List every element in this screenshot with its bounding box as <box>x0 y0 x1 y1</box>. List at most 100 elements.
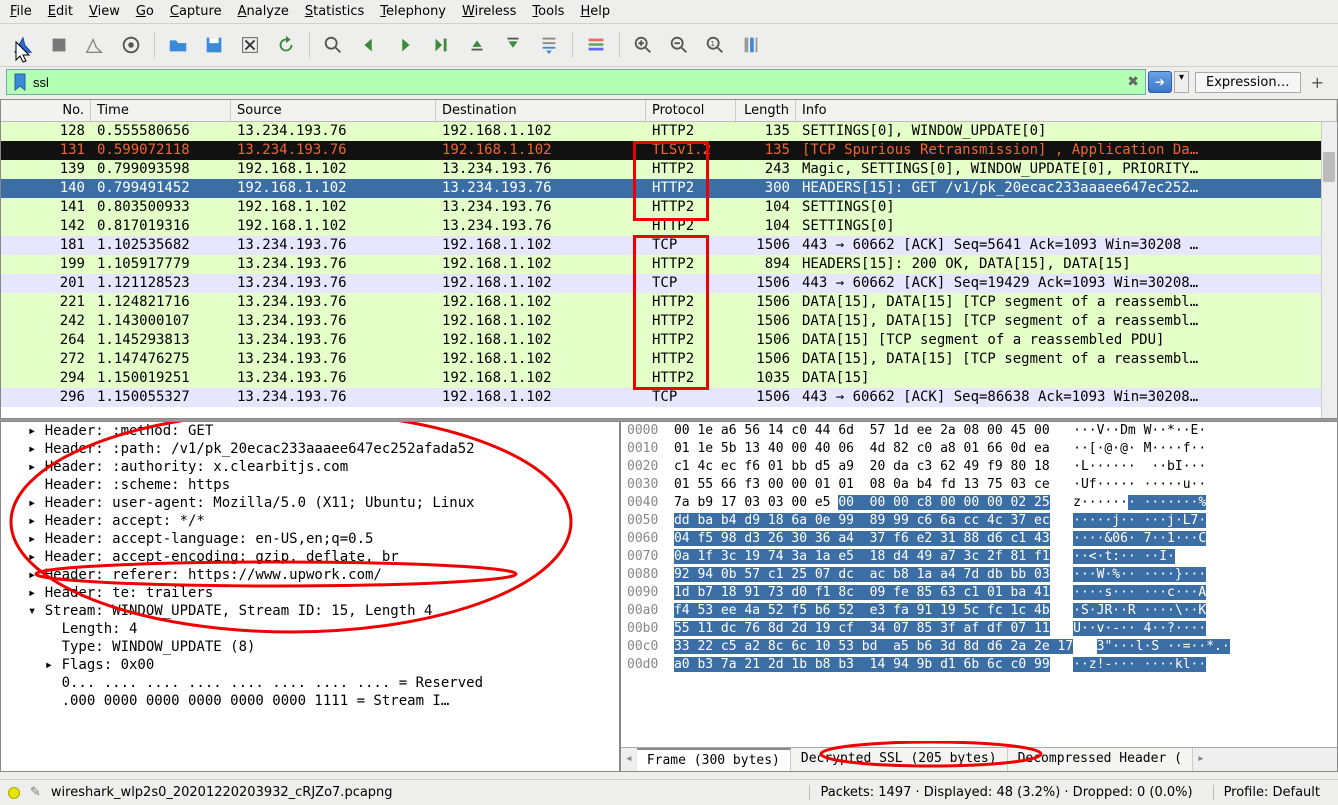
column-header[interactable]: Destination <box>436 100 646 121</box>
packet-row[interactable]: 2421.14300010713.234.193.76192.168.1.102… <box>1 312 1337 331</box>
hex-line[interactable]: 00b0 55 11 dc 76 8d 2d 19 cf 34 07 85 3f… <box>621 620 1337 638</box>
prev-icon[interactable] <box>354 30 384 60</box>
packet-row[interactable]: 1400.799491452192.168.1.10213.234.193.76… <box>1 179 1337 198</box>
column-header[interactable]: Source <box>231 100 436 121</box>
hex-line[interactable]: 0050 dd ba b4 d9 18 6a 0e 99 89 99 c6 6a… <box>621 512 1337 530</box>
detail-line[interactable]: ▸ Header: :method: GET <box>1 422 619 440</box>
autoscroll-icon[interactable] <box>534 30 564 60</box>
status-profile[interactable]: Profile: Default <box>1213 785 1330 800</box>
packet-row[interactable]: 1811.10253568213.234.193.76192.168.1.102… <box>1 236 1337 255</box>
hex-line[interactable]: 00d0 a0 b3 7a 21 2d 1b b8 b3 14 94 9b d1… <box>621 656 1337 674</box>
hex-line[interactable]: 0000 00 1e a6 56 14 c0 44 6d 57 1d ee 2a… <box>621 422 1337 440</box>
tab-decrypted-ssl[interactable]: Decrypted SSL (205 bytes) <box>791 748 1008 771</box>
menu-statistics[interactable]: Statistics <box>305 4 364 19</box>
edit-capture-icon[interactable]: ✎ <box>30 785 41 800</box>
packet-list-header[interactable]: No.TimeSourceDestinationProtocolLengthIn… <box>1 100 1337 122</box>
menu-edit[interactable]: Edit <box>48 4 73 19</box>
packet-row[interactable]: 2641.14529381313.234.193.76192.168.1.102… <box>1 331 1337 350</box>
display-filter-input[interactable]: ✖ <box>6 69 1146 95</box>
hex-line[interactable]: 0090 1d b7 18 91 73 d0 f1 8c 09 fe 85 63… <box>621 584 1337 602</box>
detail-line[interactable]: ▸ Header: accept: */* <box>1 512 619 530</box>
bookmark-icon[interactable] <box>13 73 27 91</box>
jump-last-icon[interactable] <box>498 30 528 60</box>
detail-line[interactable]: Type: WINDOW_UPDATE (8) <box>1 638 619 656</box>
column-header[interactable]: Protocol <box>646 100 736 121</box>
zoom-reset-icon[interactable]: 1 <box>700 30 730 60</box>
hex-line[interactable]: 0080 92 94 0b 57 c1 25 07 dc ac b8 1a a4… <box>621 566 1337 584</box>
packet-row[interactable]: 1420.817019316192.168.1.10213.234.193.76… <box>1 217 1337 236</box>
detail-line[interactable]: ▾ Stream: WINDOW_UPDATE, Stream ID: 15, … <box>1 602 619 620</box>
packet-row[interactable]: 2941.15001925113.234.193.76192.168.1.102… <box>1 369 1337 388</box>
packet-row[interactable]: 2961.15005532713.234.193.76192.168.1.102… <box>1 388 1337 407</box>
column-header[interactable]: Time <box>91 100 231 121</box>
resize-columns-icon[interactable] <box>736 30 766 60</box>
restart-icon[interactable] <box>80 30 110 60</box>
menu-tools[interactable]: Tools <box>532 4 564 19</box>
packet-row[interactable]: 2721.14747627513.234.193.76192.168.1.102… <box>1 350 1337 369</box>
packet-row[interactable]: 1310.59907211813.234.193.76192.168.1.102… <box>1 141 1337 160</box>
tab-scroll-right-icon[interactable]: ▸ <box>1193 748 1209 771</box>
packet-row[interactable]: 2211.12482171613.234.193.76192.168.1.102… <box>1 293 1337 312</box>
column-header[interactable]: Info <box>796 100 1337 121</box>
apply-filter-button[interactable]: ➔ <box>1148 71 1172 93</box>
hex-line[interactable]: 0030 01 55 66 f3 00 00 01 01 08 0a b4 fd… <box>621 476 1337 494</box>
menu-go[interactable]: Go <box>136 4 154 19</box>
packet-row[interactable]: 1390.799093598192.168.1.10213.234.193.76… <box>1 160 1337 179</box>
detail-line[interactable]: ▸ Flags: 0x00 <box>1 656 619 674</box>
column-header[interactable]: No. <box>1 100 91 121</box>
detail-line[interactable]: ▸ Header: :path: /v1/pk_20ecac233aaaee64… <box>1 440 619 458</box>
hex-line[interactable]: 0040 7a b9 17 03 03 00 e5 00 00 00 c8 00… <box>621 494 1337 512</box>
filter-text[interactable] <box>33 75 1121 90</box>
packet-row[interactable]: 2011.12112852313.234.193.76192.168.1.102… <box>1 274 1337 293</box>
hex-line[interactable]: 0010 01 1e 5b 13 40 00 40 06 4d 82 c0 a8… <box>621 440 1337 458</box>
tab-decompressed-header[interactable]: Decompressed Header ( <box>1008 748 1193 771</box>
tab-scroll-left-icon[interactable]: ◂ <box>621 748 637 771</box>
shark-fin-icon[interactable] <box>8 30 38 60</box>
packet-row[interactable]: 1410.803500933192.168.1.10213.234.193.76… <box>1 198 1337 217</box>
hex-line[interactable]: 0020 c1 4c ec f6 01 bb d5 a9 20 da c3 62… <box>621 458 1337 476</box>
hex-line[interactable]: 00a0 f4 53 ee 4a 52 f5 b6 52 e3 fa 91 19… <box>621 602 1337 620</box>
add-filter-button[interactable]: + <box>1303 73 1332 92</box>
packet-details-pane[interactable]: ▸ Header: :method: GET ▸ Header: :path: … <box>0 421 620 772</box>
tab-frame[interactable]: Frame (300 bytes) <box>637 748 791 771</box>
colorize-icon[interactable] <box>581 30 611 60</box>
next-icon[interactable] <box>390 30 420 60</box>
reload-icon[interactable] <box>271 30 301 60</box>
zoom-out-icon[interactable] <box>664 30 694 60</box>
hex-line[interactable]: 0070 0a 1f 3c 19 74 3a 1a e5 18 d4 49 a7… <box>621 548 1337 566</box>
detail-line[interactable]: ▸ Header: accept-language: en-US,en;q=0.… <box>1 530 619 548</box>
find-icon[interactable] <box>318 30 348 60</box>
column-header[interactable]: Length <box>736 100 796 121</box>
zoom-in-icon[interactable] <box>628 30 658 60</box>
packet-row[interactable]: 1991.10591777913.234.193.76192.168.1.102… <box>1 255 1337 274</box>
packet-row[interactable]: 1280.55558065613.234.193.76192.168.1.102… <box>1 122 1337 141</box>
menu-capture[interactable]: Capture <box>170 4 222 19</box>
stop-icon[interactable] <box>44 30 74 60</box>
detail-line[interactable]: Header: :scheme: https <box>1 476 619 494</box>
open-icon[interactable] <box>163 30 193 60</box>
menu-view[interactable]: View <box>89 4 120 19</box>
menu-help[interactable]: Help <box>580 4 610 19</box>
expression-button[interactable]: Expression… <box>1195 72 1301 93</box>
menu-file[interactable]: File <box>10 4 32 19</box>
filter-history-dropdown[interactable]: ▾ <box>1174 71 1189 93</box>
detail-line[interactable]: ▸ Header: te: trailers <box>1 584 619 602</box>
scrollbar[interactable] <box>1321 122 1337 418</box>
menu-analyze[interactable]: Analyze <box>238 4 289 19</box>
jump-first-icon[interactable] <box>462 30 492 60</box>
detail-line[interactable]: ▸ Header: referer: https://www.upwork.co… <box>1 566 619 584</box>
detail-line[interactable]: ▸ Header: accept-encoding: gzip, deflate… <box>1 548 619 566</box>
detail-line[interactable]: ▸ Header: user-agent: Mozilla/5.0 (X11; … <box>1 494 619 512</box>
detail-line[interactable]: .000 0000 0000 0000 0000 0000 1111 = Str… <box>1 692 619 710</box>
options-icon[interactable] <box>116 30 146 60</box>
detail-line[interactable]: ▸ Header: :authority: x.clearbitjs.com <box>1 458 619 476</box>
hex-line[interactable]: 0060 04 f5 98 d3 26 30 36 a4 37 f6 e2 31… <box>621 530 1337 548</box>
detail-line[interactable]: 0... .... .... .... .... .... .... .... … <box>1 674 619 692</box>
clear-filter-icon[interactable]: ✖ <box>1127 74 1139 90</box>
save-icon[interactable] <box>199 30 229 60</box>
menu-wireless[interactable]: Wireless <box>462 4 516 19</box>
packet-bytes-pane[interactable]: 0000 00 1e a6 56 14 c0 44 6d 57 1d ee 2a… <box>620 421 1338 772</box>
hex-line[interactable]: 00c0 33 22 c5 a2 8c 6c 10 53 bd a5 b6 3d… <box>621 638 1337 656</box>
packet-list-body[interactable]: 1280.55558065613.234.193.76192.168.1.102… <box>1 122 1337 407</box>
close-icon[interactable] <box>235 30 265 60</box>
